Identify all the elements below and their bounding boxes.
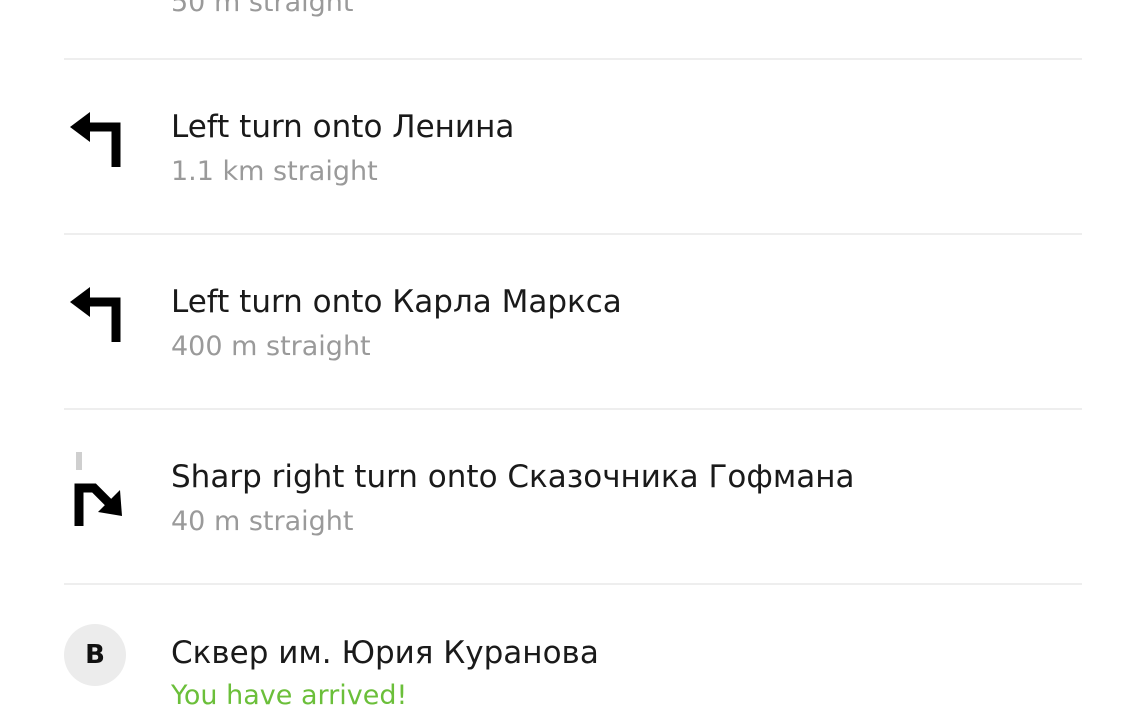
- step-title: Left turn onto Карла Маркса: [171, 284, 622, 320]
- destination-title: Сквер им. Юрия Куранова: [171, 635, 599, 671]
- destination-badge: B: [64, 624, 126, 686]
- step-distance: 1.1 km straight: [171, 156, 378, 187]
- step-title: Sharp right turn onto Сказочника Гофмана: [171, 459, 855, 495]
- route-step-1[interactable]: Left turn onto Ленина 1.1 km straight: [0, 60, 1146, 235]
- route-destination[interactable]: B Сквер им. Юрия Куранова You have arriv…: [0, 585, 1146, 716]
- arrival-status: You have arrived!: [171, 680, 408, 711]
- turn-left-icon: [64, 105, 128, 169]
- step-distance: 40 m straight: [171, 506, 354, 537]
- sharp-right-turn-icon: [64, 452, 128, 526]
- step-distance: 400 m straight: [171, 331, 371, 362]
- turn-left-icon: [64, 280, 128, 344]
- route-step-2[interactable]: Left turn onto Карла Маркса 400 m straig…: [0, 235, 1146, 410]
- step-distance: 50 m straight: [171, 0, 354, 18]
- route-steps-list: 50 m straight Left turn onto Ленина 1.1 …: [0, 0, 1146, 716]
- route-step-3[interactable]: Sharp right turn onto Сказочника Гофмана…: [0, 410, 1146, 585]
- step-title: Left turn onto Ленина: [171, 109, 515, 145]
